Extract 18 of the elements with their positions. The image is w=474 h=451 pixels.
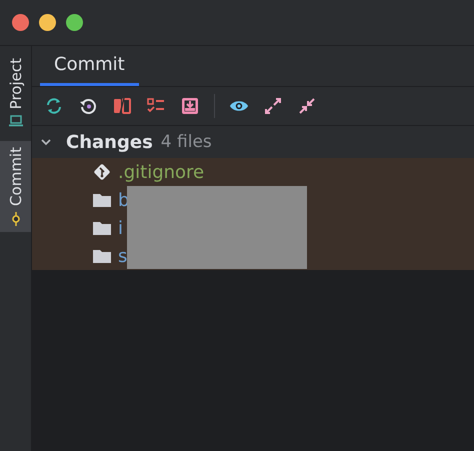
shelve-icon[interactable] xyxy=(180,96,200,116)
diff-icon[interactable] xyxy=(112,96,132,116)
file-name[interactable]: i xyxy=(118,218,124,238)
commit-icon xyxy=(10,212,20,226)
collapse-icon[interactable] xyxy=(297,96,317,116)
zoom-button[interactable] xyxy=(66,14,83,31)
file-count: 4 files xyxy=(160,132,212,152)
side-tab[interactable]: Project xyxy=(0,52,31,134)
side-tab[interactable]: Commit xyxy=(0,141,31,232)
laptop-icon xyxy=(8,115,22,128)
rollback-icon[interactable] xyxy=(78,96,98,116)
close-button[interactable] xyxy=(12,14,29,31)
changes-title: Changes xyxy=(66,132,153,152)
minimize-button[interactable] xyxy=(39,14,56,31)
expand-icon[interactable] xyxy=(263,96,283,116)
file-name[interactable]: .gitignore xyxy=(118,162,204,182)
file-name[interactable]: s xyxy=(118,246,128,266)
refresh-icon[interactable] xyxy=(44,96,64,116)
